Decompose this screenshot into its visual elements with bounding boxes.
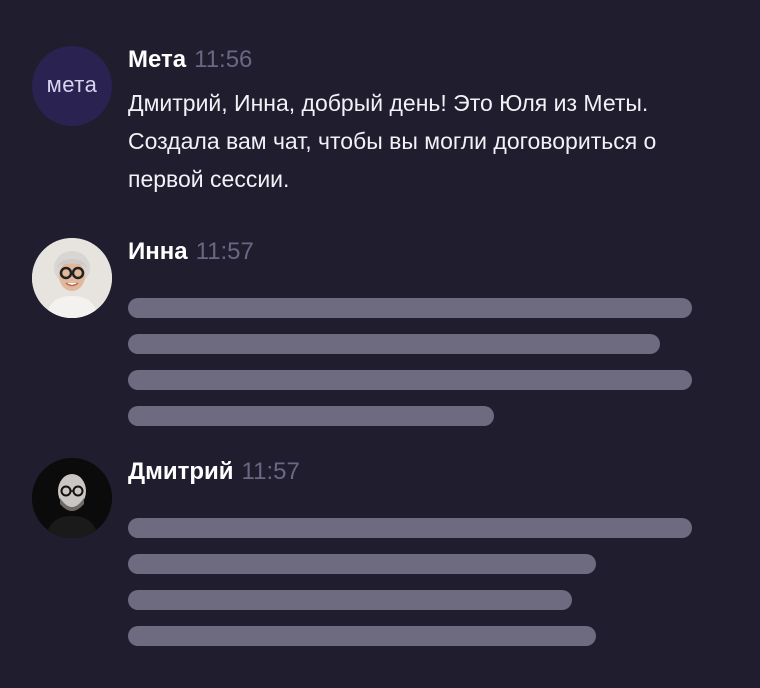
message-placeholder-line xyxy=(128,590,572,610)
message-placeholder-line xyxy=(128,406,494,426)
author-name[interactable]: Мета xyxy=(128,46,186,74)
message-content: Дмитрий 11:57 xyxy=(128,458,732,646)
message-header: Дмитрий 11:57 xyxy=(128,458,732,494)
author-name[interactable]: Инна xyxy=(128,238,188,266)
message-text: Дмитрий, Инна, добрый день! Это Юля из М… xyxy=(128,90,657,192)
message-placeholder-line xyxy=(128,334,660,354)
message-placeholder-line xyxy=(128,518,692,538)
message-content: Инна 11:57 xyxy=(128,238,732,426)
avatar-meta[interactable]: мета xyxy=(32,46,112,126)
message-inna: Инна 11:57 xyxy=(32,238,732,438)
message-placeholder-line xyxy=(128,370,692,390)
avatar-inna[interactable] xyxy=(32,238,112,318)
message-time: 11:57 xyxy=(241,458,300,485)
message-placeholder-line xyxy=(128,626,596,646)
message-header: Инна 11:57 xyxy=(128,238,732,274)
message-header: Мета 11:56 xyxy=(128,46,732,82)
user-photo-icon xyxy=(32,238,112,318)
message-time: 11:57 xyxy=(195,238,254,265)
message-placeholder-line xyxy=(128,554,596,574)
message-time: 11:56 xyxy=(194,46,253,73)
author-name[interactable]: Дмитрий xyxy=(128,458,234,486)
user-photo-icon xyxy=(32,458,112,538)
message-dmitry: Дмитрий 11:57 xyxy=(32,458,732,658)
message-placeholder-line xyxy=(128,298,692,318)
message-content: Мета 11:56 Дмитрий, Инна, добрый день! Э… xyxy=(128,46,732,198)
message-meta: мета Мета 11:56 Дмитрий, Инна, добрый де… xyxy=(32,46,732,216)
avatar-meta-logo-text: мета xyxy=(46,72,98,97)
avatar-dmitry[interactable] xyxy=(32,458,112,538)
